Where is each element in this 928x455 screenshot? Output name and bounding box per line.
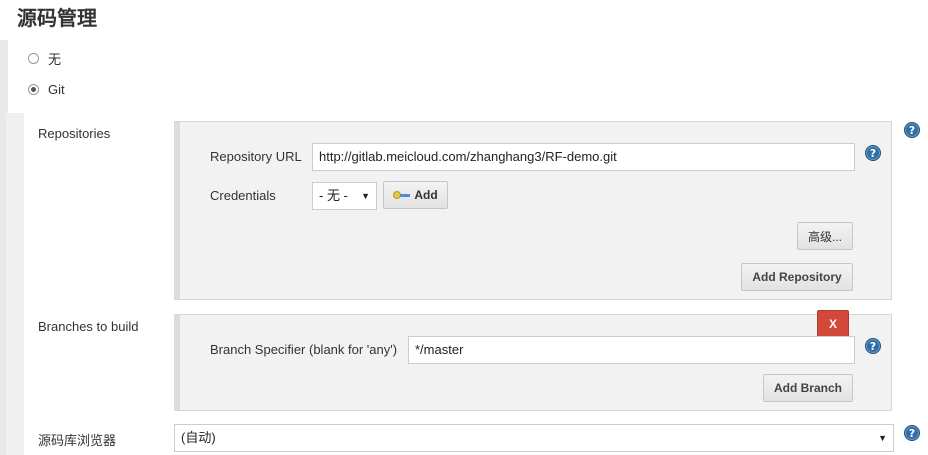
- radio-none[interactable]: 无: [28, 48, 61, 68]
- key-icon: [393, 190, 411, 200]
- radio-git[interactable]: Git: [28, 79, 65, 99]
- radio-git-label: Git: [48, 81, 65, 97]
- chevron-down-icon: ▼: [878, 433, 887, 443]
- section-title: 源码管理: [17, 6, 97, 30]
- radio-none-label: 无: [48, 51, 62, 67]
- radio-git-button[interactable]: [28, 83, 39, 95]
- repository-url-input[interactable]: http://gitlab.meicloud.com/zhanghang3/RF…: [312, 143, 855, 171]
- repository-browser-label: 源码库浏览器: [38, 433, 117, 448]
- credentials-value: - 无 -: [319, 188, 348, 203]
- help-icon[interactable]: ?: [904, 122, 920, 138]
- advanced-button[interactable]: 高级...: [797, 222, 853, 250]
- help-icon[interactable]: ?: [865, 145, 881, 161]
- branch-specifier-label: Branch Specifier (blank for 'any'): [210, 342, 398, 357]
- add-repository-button[interactable]: Add Repository: [741, 263, 853, 291]
- add-branch-button[interactable]: Add Branch: [763, 374, 853, 402]
- repository-browser-select[interactable]: (自动) ▼: [174, 424, 894, 452]
- help-icon[interactable]: ?: [904, 425, 920, 441]
- repository-url-label: Repository URL: [210, 149, 302, 164]
- credentials-select[interactable]: - 无 - ▼: [312, 182, 377, 210]
- repositories-label: Repositories: [38, 126, 111, 141]
- repository-browser-value: (自动): [181, 430, 216, 445]
- branch-specifier-input[interactable]: */master: [408, 336, 855, 364]
- chevron-down-icon: ▼: [361, 191, 370, 201]
- credentials-label: Credentials: [210, 188, 276, 203]
- radio-none-button[interactable]: [28, 52, 39, 64]
- add-credentials-label: Add: [414, 188, 438, 202]
- branches-label: Branches to build: [38, 319, 139, 334]
- help-icon[interactable]: ?: [865, 338, 881, 354]
- add-credentials-button[interactable]: Add: [383, 181, 448, 209]
- delete-branch-button[interactable]: X: [817, 310, 849, 337]
